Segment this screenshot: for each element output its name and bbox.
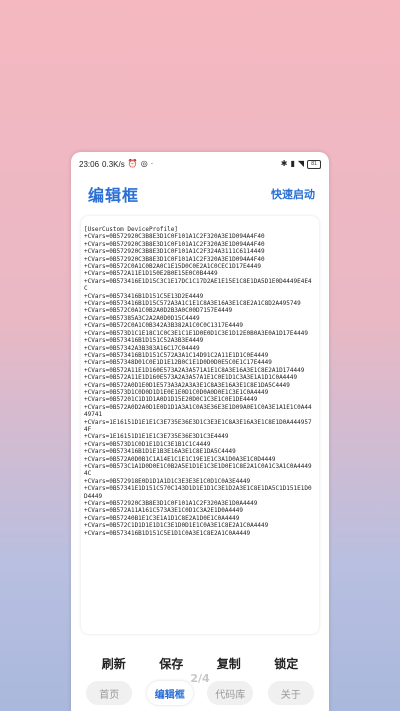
tab-home[interactable]: 首页: [86, 681, 133, 705]
more-dots-icon: ·: [150, 159, 154, 168]
save-button[interactable]: 保存: [159, 655, 183, 672]
signal-icon: ▮: [290, 159, 295, 168]
bottom-navigation: 首页 编辑框 代码库 关于: [71, 675, 329, 711]
editor-textbox[interactable]: [UserCustom DeviceProfile] +CVars=0B5729…: [81, 216, 319, 634]
lock-button[interactable]: 锁定: [274, 655, 298, 672]
tab-about[interactable]: 关于: [267, 681, 314, 705]
app-bar: 编辑框 快速启动: [71, 176, 329, 212]
tab-codebase[interactable]: 代码库: [207, 681, 254, 705]
editor-content[interactable]: [UserCustom DeviceProfile] +CVars=0B5729…: [84, 226, 314, 537]
quick-launch-button[interactable]: 快速启动: [271, 186, 315, 202]
network-speed: 0.3K/s: [102, 159, 125, 169]
app-window: 23:06 0.3K/s ⏰ ◎ · ✱ ▮ ◥ 81 编辑框 快速启动 [Us…: [71, 152, 329, 711]
alarm-icon: ⏰: [127, 159, 138, 168]
refresh-button[interactable]: 刷新: [102, 655, 126, 672]
wifi-icon: ◥: [297, 159, 304, 168]
bluetooth-icon: ✱: [280, 159, 288, 168]
status-time: 23:06: [79, 159, 100, 169]
action-bar: 刷新 保存 复制 锁定: [71, 652, 329, 674]
notification-icon: ◎: [140, 159, 148, 168]
tab-editor[interactable]: 编辑框: [146, 681, 193, 705]
battery-icon: 81: [307, 159, 321, 169]
copy-button[interactable]: 复制: [217, 655, 241, 672]
status-bar: 23:06 0.3K/s ⏰ ◎ · ✱ ▮ ◥ 81: [71, 152, 329, 176]
page-title: 编辑框: [88, 186, 140, 205]
